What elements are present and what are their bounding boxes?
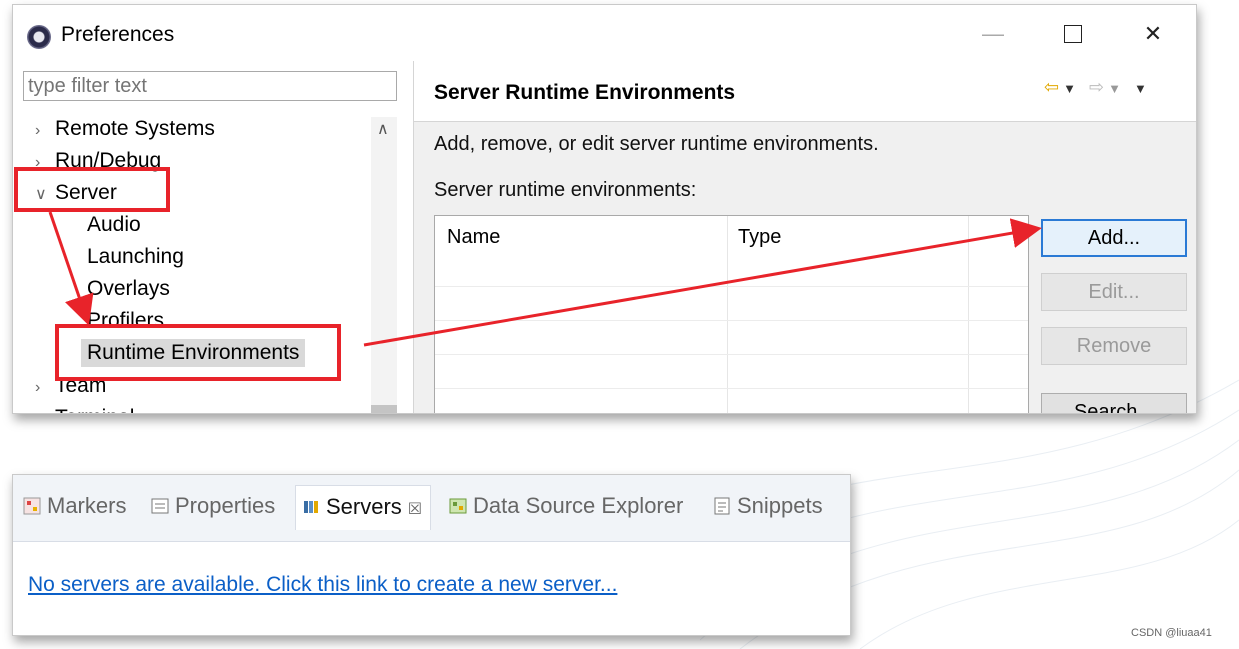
chevron-right-icon: ›	[35, 379, 41, 396]
back-arrow-icon[interactable]: ⇦	[1044, 77, 1063, 97]
maximize-icon	[1064, 25, 1082, 43]
tree-item-overlays[interactable]: Overlays	[87, 277, 170, 301]
tree-item-run-debug[interactable]: › Run/Debug	[35, 149, 161, 173]
tree-item-launching[interactable]: Launching	[87, 245, 184, 269]
environments-label: Server runtime environments:	[434, 179, 697, 201]
title-bar: Preferences — ✕	[13, 5, 1196, 61]
maximize-button[interactable]	[1053, 21, 1093, 49]
close-tab-icon[interactable]: ☒	[408, 501, 422, 518]
row-divider	[435, 286, 1028, 287]
view-tab-strip: Markers Properties Servers ☒ Data Source …	[13, 475, 850, 542]
tree-item-remote-systems[interactable]: › Remote Systems	[35, 117, 215, 141]
row-divider	[435, 320, 1028, 321]
page-description: Add, remove, or edit server runtime envi…	[434, 133, 879, 155]
tree-item-server[interactable]: ∨ Server	[35, 181, 117, 205]
tab-properties[interactable]: Properties	[151, 493, 275, 519]
tree-item-runtime-environments[interactable]: Runtime Environments	[81, 339, 306, 367]
tree-item-audio[interactable]: Audio	[87, 213, 141, 237]
forward-dropdown-icon[interactable]: ▼	[1108, 81, 1125, 96]
column-divider	[968, 216, 969, 413]
view-menu-icon[interactable]: ▼	[1134, 81, 1151, 96]
preference-page: Server Runtime Environments ⇦▼ ⇨▼ ▼ Add,…	[414, 61, 1196, 413]
chevron-right-icon: ›	[35, 411, 55, 413]
tab-servers[interactable]: Servers ☒	[295, 485, 432, 530]
column-header-type[interactable]: Type	[738, 226, 781, 249]
watermark: CSDN @liuaa41	[1131, 627, 1212, 639]
scrollbar-thumb[interactable]	[371, 405, 397, 413]
minimize-button[interactable]: —	[973, 21, 1013, 47]
servers-icon	[304, 501, 318, 513]
search-button[interactable]: Search...	[1041, 393, 1187, 413]
page-title: Server Runtime Environments	[434, 81, 736, 104]
forward-arrow-icon[interactable]: ⇨	[1089, 77, 1108, 97]
filter-input[interactable]	[23, 71, 397, 101]
chevron-right-icon: ›	[35, 154, 41, 171]
window-title: Preferences	[61, 23, 175, 46]
tab-markers[interactable]: Markers	[23, 493, 126, 519]
close-button[interactable]: ✕	[1133, 21, 1173, 47]
add-button[interactable]: Add...	[1041, 219, 1187, 257]
edit-button[interactable]: Edit...	[1041, 273, 1187, 311]
data-source-icon	[449, 498, 467, 514]
tree-scrollbar[interactable]	[371, 117, 397, 413]
tab-data-source-explorer[interactable]: Data Source Explorer	[449, 493, 683, 519]
scroll-up-icon[interactable]: ∧	[377, 119, 389, 139]
row-divider	[435, 388, 1028, 389]
column-header-name[interactable]: Name	[447, 226, 500, 249]
snippets-icon	[714, 497, 730, 515]
tree-item-team[interactable]: › Team	[35, 374, 106, 398]
create-server-link[interactable]: No servers are available. Click this lin…	[28, 573, 617, 597]
back-dropdown-icon[interactable]: ▼	[1063, 81, 1080, 96]
preferences-tree-pane: ›Remote Systems ›Run/Debug ∨Server Audio…	[13, 61, 413, 413]
properties-icon	[151, 498, 169, 514]
runtime-environments-table[interactable]: Name Type	[434, 215, 1029, 413]
eclipse-icon	[27, 25, 51, 49]
servers-view-panel: Markers Properties Servers ☒ Data Source …	[12, 474, 851, 636]
remove-button[interactable]: Remove	[1041, 327, 1187, 365]
chevron-down-icon: ∨	[35, 186, 47, 203]
column-divider	[727, 216, 728, 413]
chevron-right-icon: ›	[35, 122, 41, 139]
page-header: Server Runtime Environments ⇦▼ ⇨▼ ▼	[414, 61, 1196, 122]
markers-icon	[23, 497, 41, 515]
preferences-window: Preferences — ✕ ›Remote Systems ›Run/Deb…	[12, 4, 1197, 414]
page-navigation: ⇦▼ ⇨▼ ▼	[1044, 77, 1151, 98]
row-divider	[435, 354, 1028, 355]
tree-item-profilers[interactable]: Profilers	[87, 309, 164, 333]
tab-snippets[interactable]: Snippets	[713, 493, 823, 519]
tree-item-terminal[interactable]: ›Terminal	[35, 406, 134, 413]
